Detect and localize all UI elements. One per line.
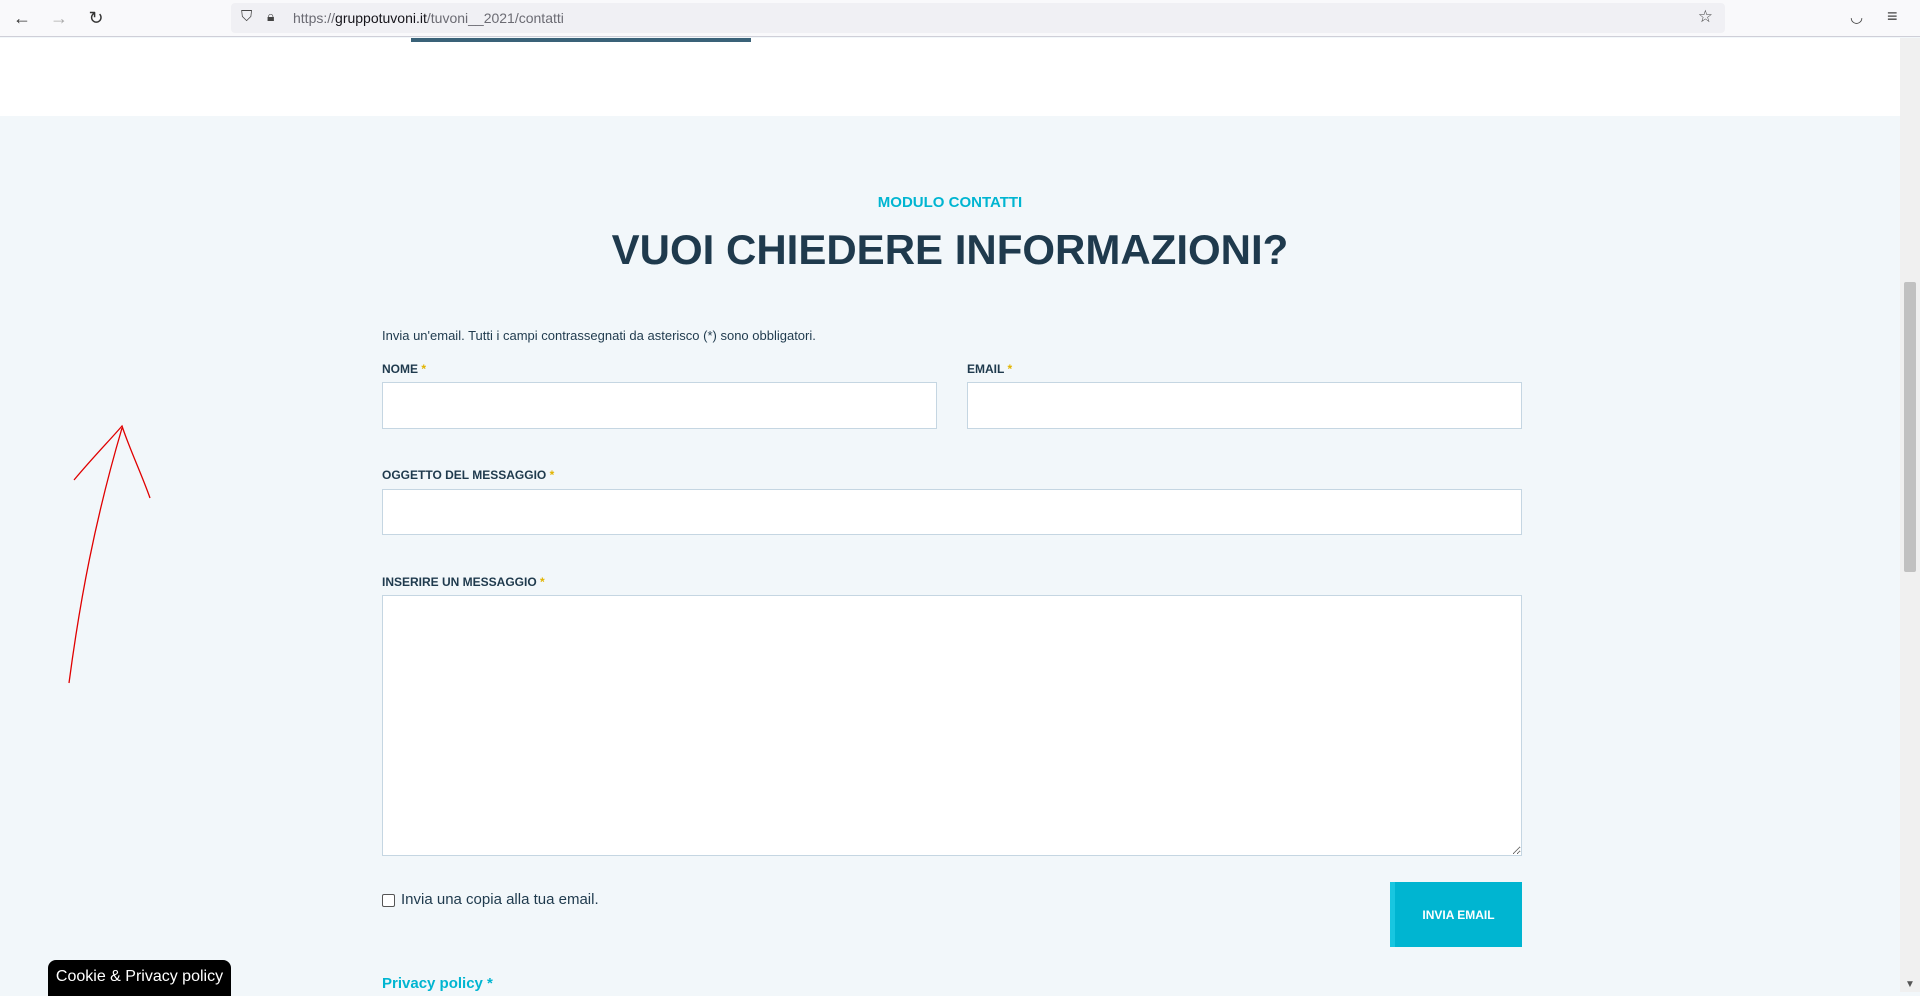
name-label: NOME * [382, 362, 426, 376]
required-mark: * [1007, 362, 1013, 376]
copy-email-checkbox[interactable] [382, 894, 395, 907]
red-arrow-annotation [68, 424, 151, 684]
name-input[interactable] [382, 382, 937, 429]
menu-icon[interactable]: ≡ [1887, 6, 1898, 27]
shield-icon: ⛉ [241, 8, 253, 25]
lock-icon: 🔒︎ [267, 8, 275, 24]
url-domain: gruppotuvoni.it [335, 10, 427, 26]
required-mark: * [540, 575, 545, 589]
name-label-text: NOME [382, 362, 418, 376]
bookmark-star-icon[interactable]: ☆ [1698, 7, 1713, 27]
browser-toolbar: ← → ↻ ⛉ 🔒︎ https://gruppotuvoni.it/tuvon… [0, 0, 1920, 37]
privacy-policy-link[interactable]: Privacy policy * [382, 975, 493, 992]
form-intro: Invia un'email. Tutti i campi contrasseg… [382, 328, 816, 343]
subject-input[interactable] [382, 489, 1522, 535]
page-scrollbar[interactable]: ▼ [1900, 38, 1920, 992]
subject-label: OGGETTO DEL MESSAGGIO * [382, 468, 554, 482]
scrollbar-thumb[interactable] [1904, 282, 1916, 572]
required-mark: * [421, 362, 427, 376]
subject-label-text: OGGETTO DEL MESSAGGIO [382, 468, 547, 482]
site-header [0, 38, 1900, 116]
email-label: EMAIL * [967, 362, 1012, 376]
url-bar[interactable]: ⛉ 🔒︎ https://gruppotuvoni.it/tuvoni__202… [231, 3, 1725, 33]
message-textarea[interactable] [382, 595, 1522, 856]
pocket-icon[interactable]: ◡ [1850, 8, 1863, 26]
email-input[interactable] [967, 382, 1522, 429]
send-email-button[interactable]: INVIA EMAIL [1390, 882, 1522, 947]
copy-email-label[interactable]: Invia una copia alla tua email. [401, 891, 599, 908]
message-label-text: INSERIRE UN MESSAGGIO [382, 575, 537, 589]
section-title: VUOI CHIEDERE INFORMAZIONI? [611, 226, 1289, 273]
message-label: INSERIRE UN MESSAGGIO * [382, 575, 545, 589]
section-eyebrow: MODULO CONTATTI [877, 194, 1023, 211]
required-mark: * [549, 468, 555, 482]
email-label-text: EMAIL [967, 362, 1005, 376]
active-nav-indicator [411, 38, 751, 42]
scroll-down-arrow-icon[interactable]: ▼ [1905, 979, 1915, 990]
url-prefix: https:// [293, 10, 336, 26]
url-path: /tuvoni__2021/contatti [426, 10, 564, 26]
url-text[interactable]: https://gruppotuvoni.it/tuvoni__2021/con… [293, 10, 564, 26]
